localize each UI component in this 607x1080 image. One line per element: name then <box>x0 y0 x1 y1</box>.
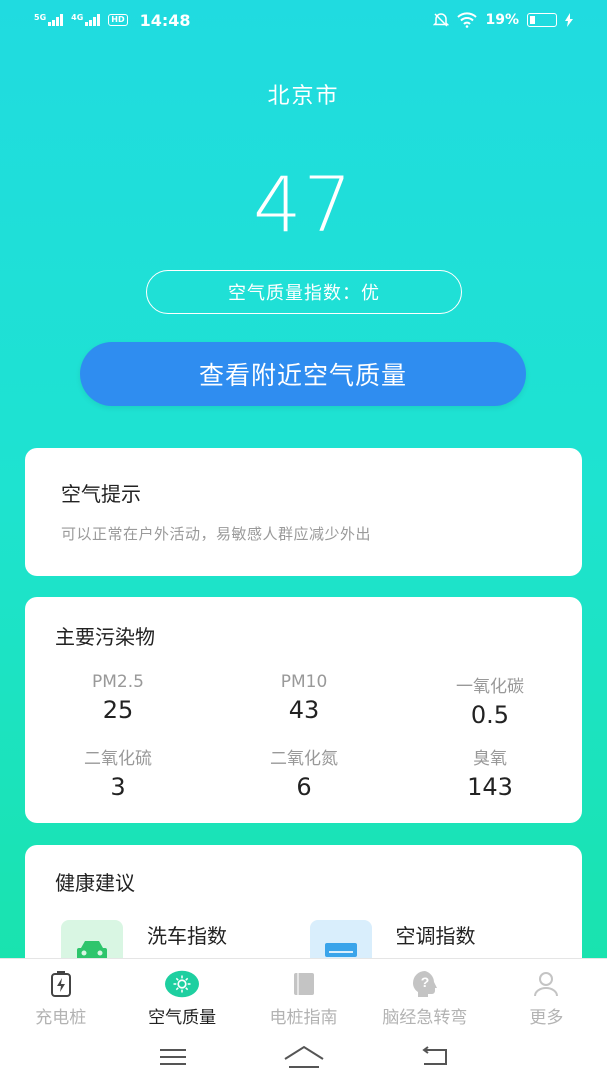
signal-5g-icon: 5G <box>34 13 64 26</box>
pollutant-value: 43 <box>288 696 320 724</box>
pollutant-name: 臭氧 <box>473 749 507 769</box>
status-left: 5G 4G HD 14:48 <box>34 11 191 30</box>
wifi-icon <box>457 12 478 28</box>
tab-label: 充电桩 <box>35 1008 87 1028</box>
pollutant-item-no2: 二氧化氮 6 <box>211 744 397 816</box>
aqi-level-pill: 空气质量指数：优 <box>146 270 462 314</box>
user-icon <box>529 969 563 999</box>
bottom-tab-bar: 充电桩 空气质量 电桩指南 ? 脑经急转弯 更多 <box>0 958 607 1034</box>
tab-charging-pile[interactable]: 充电桩 <box>0 959 121 1034</box>
pollutant-name: PM2.5 <box>92 672 144 692</box>
battery-percent: 19% <box>485 12 519 28</box>
pollutant-item-o3: 臭氧 143 <box>397 744 583 816</box>
pollutant-item-pm10: PM10 43 <box>211 672 397 744</box>
svg-text:?: ? <box>421 974 430 990</box>
pollutant-item-pm25: PM2.5 25 <box>25 672 211 744</box>
city-name: 北京市 <box>267 84 340 109</box>
tab-label: 电桩指南 <box>269 1008 338 1028</box>
system-nav-bar <box>0 1034 607 1080</box>
status-right: 19% <box>433 12 573 28</box>
air-tip-card: 空气提示 可以正常在户外活动，易敏感人群应减少外出 <box>25 448 582 576</box>
tab-label: 空气质量 <box>148 1008 217 1028</box>
net-label-4g: 4G <box>71 13 84 22</box>
back-icon[interactable] <box>420 1046 450 1068</box>
net-label-5g: 5G <box>34 13 47 22</box>
charging-bolt-icon <box>565 13 573 27</box>
hd-icon: HD <box>108 14 128 26</box>
pollutant-item-so2: 二氧化硫 3 <box>25 744 211 816</box>
view-nearby-air-quality-button[interactable]: 查看附近空气质量 <box>80 342 526 406</box>
pollutant-name: 一氧化碳 <box>456 677 524 697</box>
tab-label: 更多 <box>529 1008 564 1028</box>
pollutant-value: 143 <box>467 773 513 801</box>
tab-air-quality[interactable]: 空气质量 <box>121 959 242 1034</box>
tab-label: 脑经急转弯 <box>382 1008 468 1028</box>
menu-icon[interactable] <box>158 1047 188 1067</box>
pollutants-title: 主要污染物 <box>55 625 155 649</box>
status-time: 14:48 <box>139 10 191 30</box>
health-advice-title: 健康建议 <box>55 871 135 895</box>
pollutant-value: 0.5 <box>470 701 510 729</box>
air-tip-title: 空气提示 <box>61 482 141 506</box>
health-item-label: 洗车指数 <box>147 924 227 948</box>
pollutant-name: 二氧化硫 <box>84 749 152 769</box>
book-icon <box>287 969 321 999</box>
pollutant-item-co: 一氧化碳 0.5 <box>397 672 583 744</box>
air-quality-icon <box>165 969 200 999</box>
aqi-value: 47 <box>253 160 354 249</box>
mute-alarm-icon <box>433 13 450 27</box>
air-tip-text: 可以正常在户外活动，易敏感人群应减少外出 <box>61 525 372 543</box>
signal-4g-icon: 4G <box>71 13 101 26</box>
status-bar: 5G 4G HD 14:48 19% <box>0 0 607 40</box>
battery-icon <box>527 13 557 27</box>
health-item-label: 空调指数 <box>395 924 476 948</box>
home-icon[interactable] <box>283 1045 325 1069</box>
pollutant-value: 6 <box>296 773 312 801</box>
pollutant-grid: PM2.5 25 PM10 43 一氧化碳 0.5 二氧化硫 3 二氧化氮 6 … <box>25 672 582 816</box>
tab-more[interactable]: 更多 <box>486 959 607 1034</box>
tab-brain-teaser[interactable]: ? 脑经急转弯 <box>364 959 485 1034</box>
question-head-icon: ? <box>408 969 442 999</box>
pollutant-name: 二氧化氮 <box>270 749 338 769</box>
pollutant-name: PM10 <box>280 672 328 692</box>
pollutant-value: 25 <box>102 696 134 724</box>
charging-pile-icon <box>44 969 78 999</box>
main-pollutants-card: 主要污染物 PM2.5 25 PM10 43 一氧化碳 0.5 二氧化硫 3 二… <box>25 597 582 823</box>
pollutant-value: 3 <box>110 773 126 801</box>
tab-pile-guide[interactable]: 电桩指南 <box>243 959 364 1034</box>
